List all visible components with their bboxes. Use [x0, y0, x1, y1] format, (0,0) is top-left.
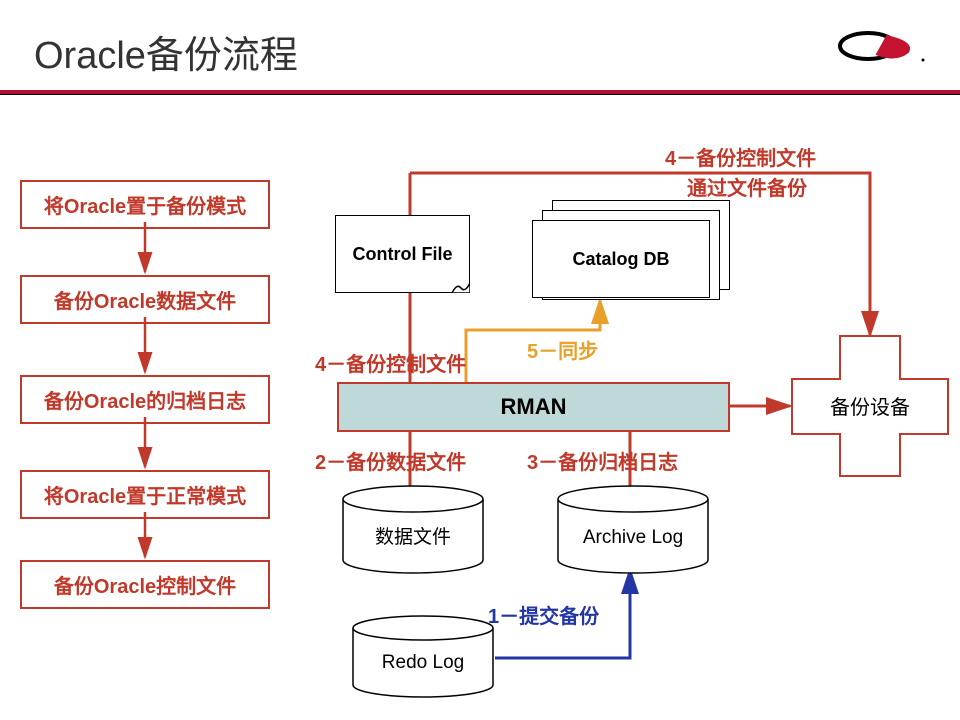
label-5: 5－同步: [527, 335, 598, 364]
archive-log-cylinder: Archive Log: [555, 485, 711, 575]
flow-step-backup-mode: 将Oracle置于备份模式: [20, 180, 270, 229]
label-3: 3－备份归档日志: [527, 446, 678, 475]
catalog-db-node: Catalog DB: [532, 220, 710, 298]
flow-step-backup-control: 备份Oracle控制文件: [20, 560, 270, 609]
label-4b-line1: 4－备份控制文件: [665, 142, 816, 171]
catalog-db-label: Catalog DB: [572, 249, 669, 270]
backup-device-node: 备份设备: [790, 334, 958, 479]
label-4b-line2: 通过文件备份: [687, 172, 807, 201]
doc-fold-icon: [452, 279, 470, 293]
backup-device-label: 备份设备: [830, 396, 910, 419]
svg-text:数据文件: 数据文件: [375, 526, 451, 548]
rman-node: RMAN: [337, 382, 730, 432]
slide-title: Oracle备份流程: [34, 24, 298, 79]
label-2: 2－备份数据文件: [315, 446, 466, 475]
flow-step-backup-archive: 备份Oracle的归档日志: [20, 375, 270, 424]
svg-text:Redo Log: Redo Log: [382, 652, 464, 673]
data-file-cylinder: 数据文件: [340, 485, 486, 575]
redo-log-cylinder: Redo Log: [350, 615, 496, 700]
svg-text:Archive Log: Archive Log: [583, 527, 683, 548]
label-4a: 4－备份控制文件: [315, 348, 466, 377]
commvault-logo-icon: [836, 28, 926, 64]
header-divider: [0, 90, 960, 94]
control-file-node: Control File: [335, 215, 470, 293]
control-file-label: Control File: [353, 244, 453, 265]
flow-step-backup-data: 备份Oracle数据文件: [20, 275, 270, 324]
label-1: 1－提交备份: [488, 600, 599, 629]
flow-step-normal-mode: 将Oracle置于正常模式: [20, 470, 270, 519]
